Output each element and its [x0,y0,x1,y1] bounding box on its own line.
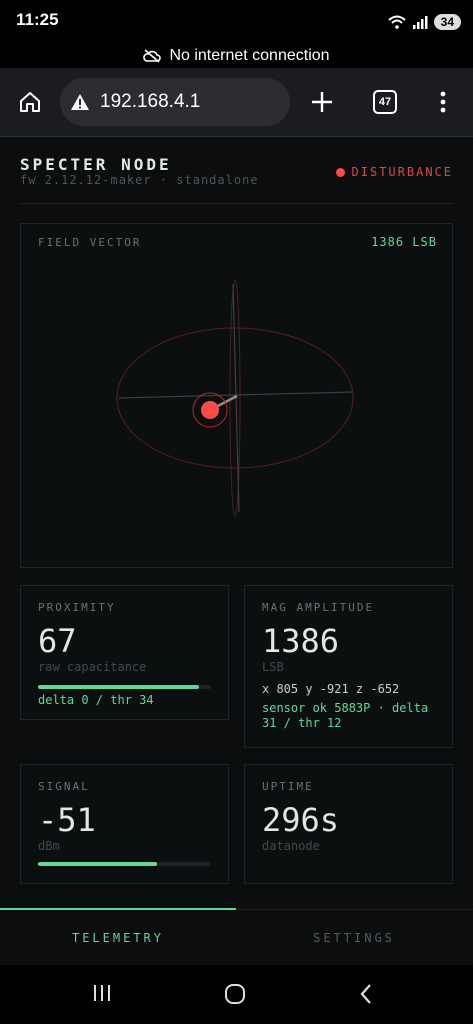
page-title: SPECTER NODE [20,155,172,174]
proximity-bar [38,685,211,689]
system-icons: 34 [387,12,461,32]
more-vert-icon[interactable] [439,90,447,114]
tab-telemetry[interactable]: TELEMETRY [0,910,236,966]
proximity-unit: raw capacitance [38,660,147,674]
uptime-unit: datanode [262,839,320,853]
status-text: DISTURBANCE [351,165,453,179]
browser-toolbar: 192.168.4.1 47 [0,68,473,137]
uptime-label: UPTIME [262,780,314,793]
mag-unit: LSB [262,660,284,674]
proximity-label: PROXIMITY [38,601,116,614]
signal-icon [412,16,428,29]
address-bar[interactable]: 192.168.4.1 [60,78,290,126]
tab-settings[interactable]: SETTINGS [236,910,472,966]
url-text[interactable]: 192.168.4.1 [100,91,200,113]
home-circle-icon[interactable] [223,982,247,1006]
uptime-card: UPTIME 296s datanode [244,764,453,884]
cloud-off-icon [143,49,162,63]
mag-amplitude-card: MAG AMPLITUDE 1386 LSB x 805 y -921 z -6… [244,585,453,748]
offline-banner-text: No internet connection [169,47,330,64]
mag-label: MAG AMPLITUDE [262,601,375,614]
status-badge: DISTURBANCE [335,165,453,179]
offline-banner: No internet connection [0,44,473,68]
warning-icon[interactable] [70,93,90,111]
proximity-value: 67 [38,622,77,660]
status-bar: 11:25 34 [0,0,473,44]
signal-bar [38,862,211,866]
uptime-value: 296s [262,801,340,839]
signal-value: -51 [38,801,96,839]
mag-xyz: x 805 y -921 z -652 [262,682,400,696]
field-vector-visual [116,279,354,517]
signal-card: SIGNAL -51 dBm [20,764,229,884]
field-vector-card: FIELD VECTOR 1386 LSB [20,223,453,568]
signal-label: SIGNAL [38,780,90,793]
wifi-icon [387,15,406,29]
signal-unit: dBm [38,839,60,853]
tab-bar: TELEMETRY SETTINGS [0,908,473,966]
status-dot-icon [335,167,345,177]
proximity-detail: delta 0 / thr 34 [38,693,154,707]
tabs-icon[interactable]: 47 [373,90,397,114]
back-icon[interactable] [358,982,374,1006]
mag-detail: sensor ok 5883P · delta 31 / thr 12 [262,701,429,730]
battery-icon: 34 [433,14,461,30]
plus-icon[interactable] [311,91,333,113]
system-nav-bar [0,965,473,1024]
firmware-subtitle: fw 2.12.12-maker · standalone [20,173,259,187]
recent-apps-icon[interactable] [92,983,112,1003]
vector-dot [201,401,219,419]
home-icon[interactable] [18,90,42,114]
signal-bar-fill [38,862,158,866]
divider [20,203,453,204]
clock: 11:25 [16,10,59,29]
proximity-card: PROXIMITY 67 raw capacitance delta 0 / t… [20,585,229,720]
mag-value: 1386 [262,622,340,660]
proximity-bar-fill [38,685,199,689]
